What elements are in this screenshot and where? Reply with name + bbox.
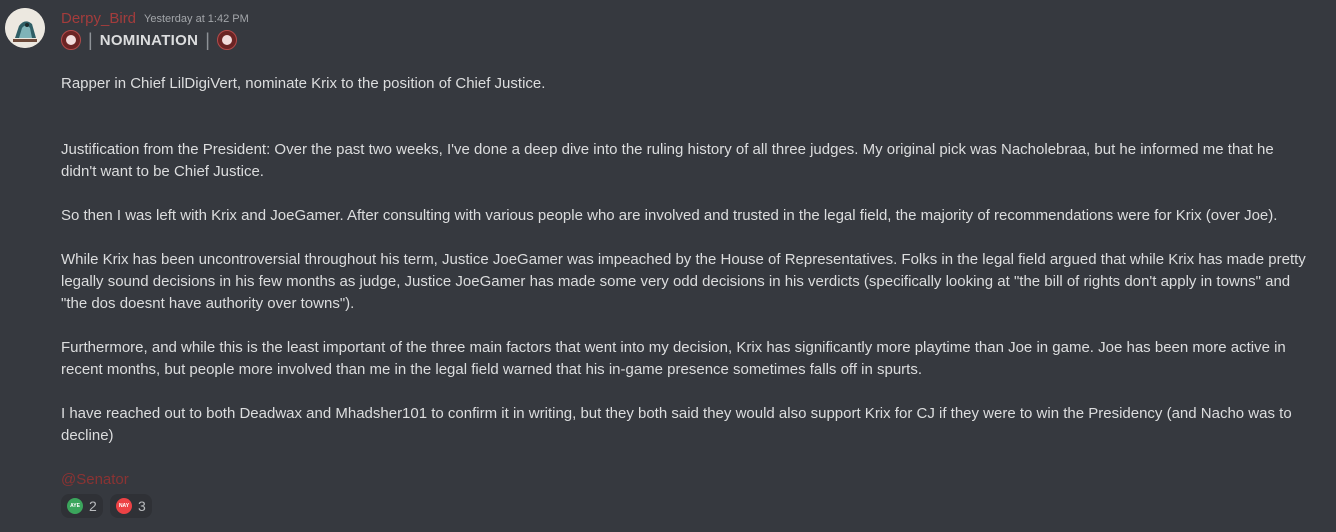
reaction-aye-button[interactable]: AYE 2 [61,494,103,518]
author-avatar[interactable] [5,8,45,48]
message-paragraph: Rapper in Chief LilDigiVert, nominate Kr… [61,75,546,92]
header-separator: | [88,29,93,50]
role-mention[interactable]: @Senator [61,470,129,490]
nay-emoji-icon: NAY [116,498,132,514]
message-paragraph: While Krix has been uncontroversial thro… [61,251,1306,312]
reaction-count: 2 [89,498,97,514]
author-name[interactable]: Derpy_Bird [61,10,136,27]
seal-emblem-icon [61,30,81,50]
header-title: NOMINATION [99,31,199,49]
reaction-count: 3 [138,498,146,514]
header-separator: | [205,29,210,50]
aye-emoji-icon: AYE [67,498,83,514]
message-header: | NOMINATION | [61,29,237,51]
seal-emblem-icon [216,30,237,50]
message-paragraph: I have reached out to both Deadwax and M… [61,405,1292,444]
reaction-nay-button[interactable]: NAY 3 [110,494,152,518]
message-paragraph: Justification from the President: Over t… [61,141,1274,180]
message-timestamp[interactable]: Yesterday at 1:42 PM [144,13,249,25]
message-paragraph: So then I was left with Krix and JoeGame… [61,207,1278,224]
message-paragraph: Furthermore, and while this is the least… [61,339,1286,378]
